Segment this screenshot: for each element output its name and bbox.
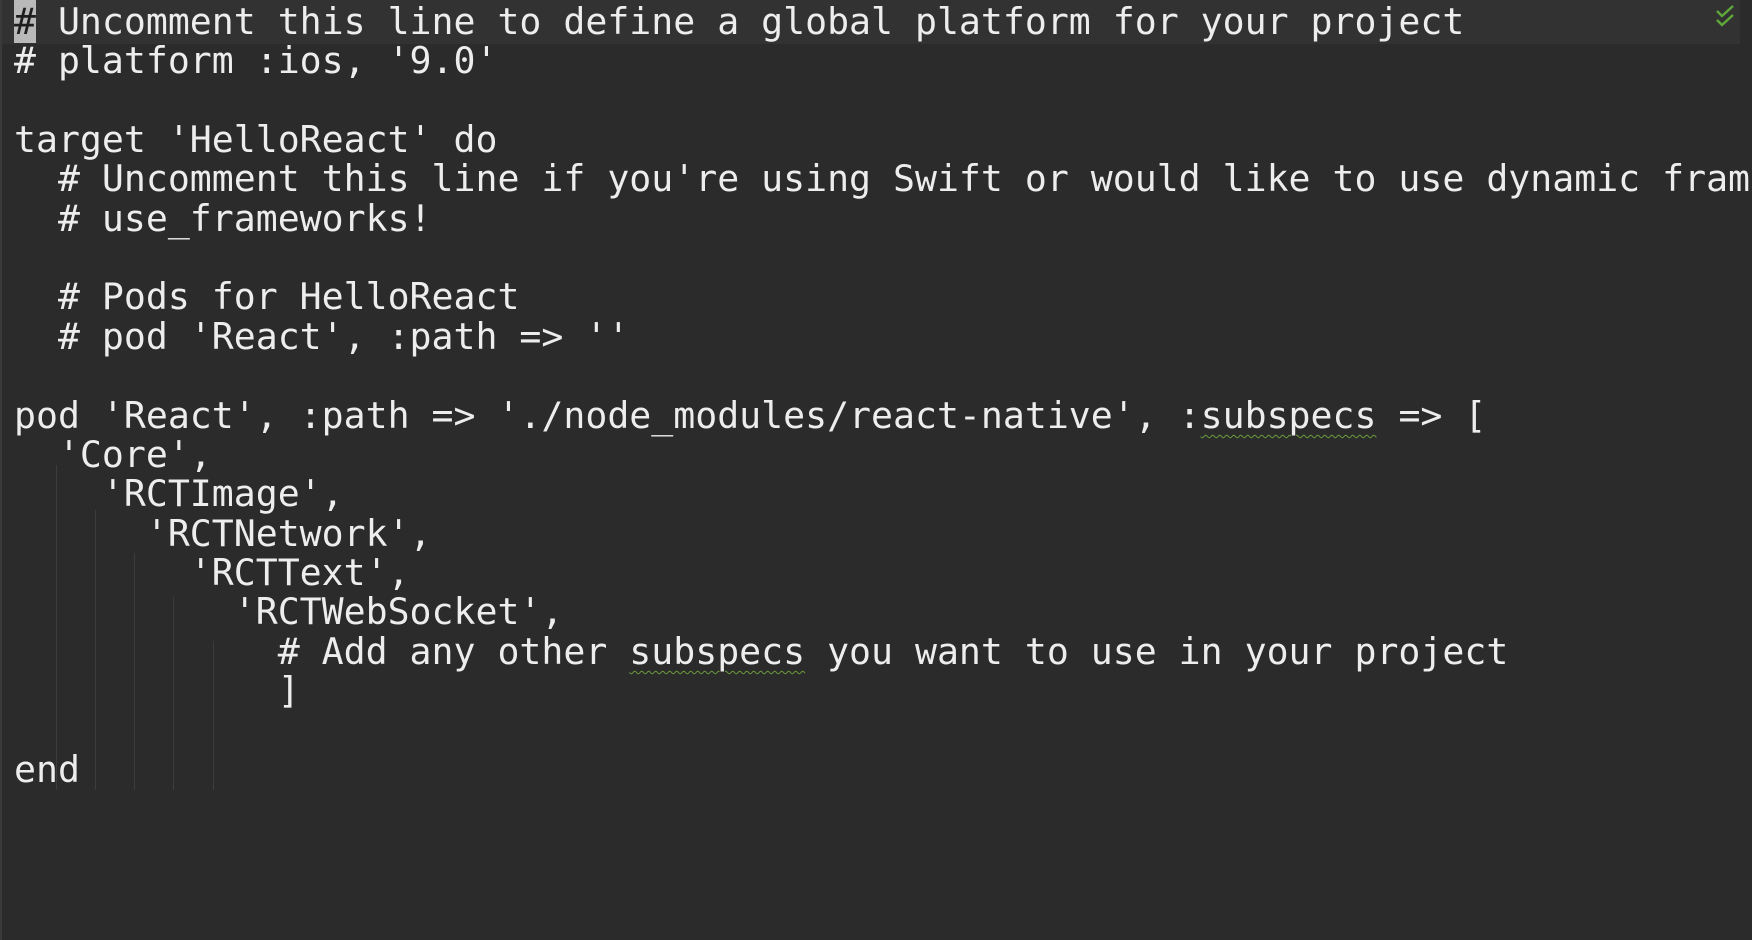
double-check-icon	[1716, 5, 1734, 27]
code-line[interactable]: pod 'React', :path => './node_modules/re…	[14, 394, 1486, 438]
code-line[interactable]: 'RCTImage',	[14, 472, 344, 516]
spellcheck-warning: subspecs	[1200, 394, 1377, 437]
code-line[interactable]: target 'HelloReact' do	[14, 118, 497, 162]
code-text: 'RCTNetwork',	[14, 512, 432, 555]
code-line[interactable]: 'RCTWebSocket',	[14, 590, 564, 634]
code-line[interactable]: 'RCTText',	[14, 551, 410, 595]
code-editor[interactable]: # Uncomment this line to define a global…	[0, 0, 1752, 940]
code-text: end	[14, 748, 80, 791]
code-line[interactable]: # platform :ios, '9.0'	[14, 39, 497, 83]
code-text: # Pods for HelloReact	[14, 275, 520, 318]
code-text: target 'HelloReact' do	[14, 118, 498, 161]
code-line[interactable]: # Add any other subspecs you want to use…	[14, 630, 1509, 674]
code-text: ]	[14, 669, 300, 712]
code-text: 'RCTWebSocket',	[14, 590, 564, 633]
code-text: 'RCTImage',	[14, 472, 344, 515]
code-text: => [	[1376, 394, 1487, 437]
code-line[interactable]: # use_frameworks!	[14, 197, 432, 241]
code-text: # pod 'React', :path => ''	[14, 315, 630, 358]
cursor-selection: #	[14, 0, 36, 43]
code-text: you want to use in your project	[805, 630, 1509, 673]
code-text: # platform :ios, '9.0'	[14, 39, 498, 82]
code-line[interactable]: 'Core',	[14, 433, 212, 477]
editor-left-border	[0, 0, 2, 940]
code-text: pod 'React', :path => './node_modules/re…	[14, 394, 1201, 437]
code-line[interactable]: # pod 'React', :path => ''	[14, 315, 629, 359]
code-text: # Uncomment this line if you're using Sw…	[14, 157, 1751, 200]
code-line[interactable]: ]	[14, 669, 300, 713]
code-text: # Add any other	[14, 630, 630, 673]
code-text: # use_frameworks!	[14, 197, 432, 240]
code-text: 'Core',	[14, 433, 212, 476]
spellcheck-warning: subspecs	[629, 630, 806, 673]
code-line[interactable]: # Uncomment this line if you're using Sw…	[14, 157, 1750, 201]
code-text: Uncomment this line to define a global p…	[35, 0, 1465, 43]
code-text: 'RCTText',	[14, 551, 410, 594]
code-line[interactable]: end	[14, 748, 80, 792]
code-line[interactable]: 'RCTNetwork',	[14, 512, 432, 556]
code-line[interactable]: # Uncomment this line to define a global…	[14, 0, 1464, 44]
code-line[interactable]: # Pods for HelloReact	[14, 275, 519, 319]
